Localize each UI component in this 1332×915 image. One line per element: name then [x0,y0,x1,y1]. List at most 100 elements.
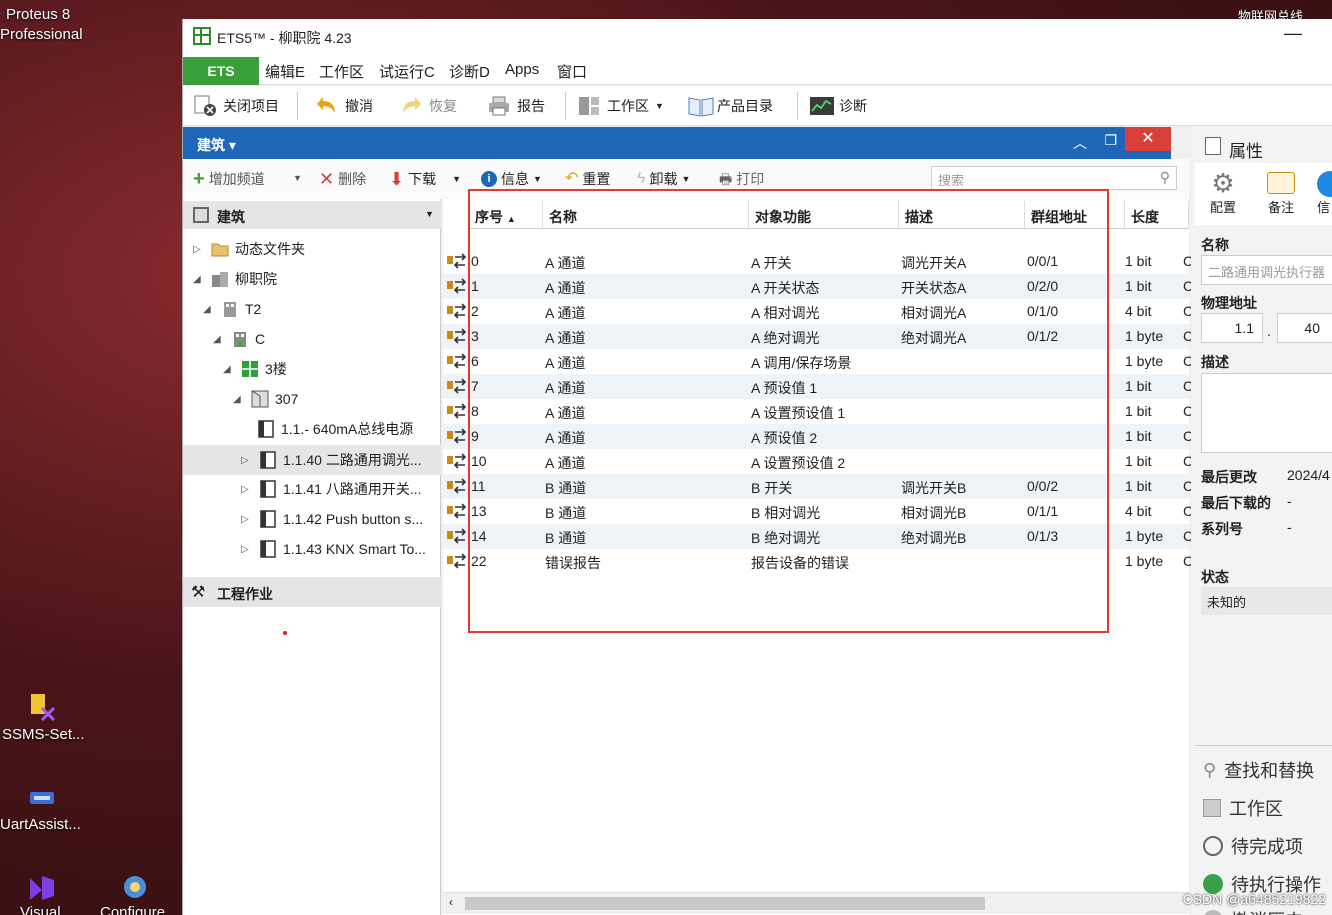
report-button[interactable]: 报告 [487,94,545,118]
panel-title[interactable]: 建筑 ▾ [197,135,236,155]
visual-studio-icon[interactable] [26,872,56,902]
download-icon: ⬇ [389,169,405,189]
project-work-section[interactable]: ⚒ 工程作业 [183,577,441,607]
menu-commission[interactable]: 试运行C [379,61,435,82]
tree-node-floor[interactable]: ◢ 3楼 [223,355,287,383]
collapse-arrow-icon[interactable]: ◢ [223,364,235,375]
group-object-icon [447,427,467,445]
history-icon [1203,910,1223,915]
collapse-up-icon[interactable]: ︿ [1073,133,1087,153]
add-channel-button[interactable]: + 增加频道 [193,169,265,189]
tab-config-label: 配置 [1209,200,1236,215]
minimize-button[interactable]: — [1284,23,1302,44]
tab-config[interactable]: ⚙ 配置 [1201,169,1245,216]
info-button[interactable]: i 信息 ▼ [481,169,542,189]
cell-len: 1 bit [1125,403,1152,419]
description-field[interactable] [1201,373,1332,453]
tree-node-device-power[interactable]: 1.1.- 640mA总线电源 [257,415,413,443]
collapse-arrow-icon[interactable]: ◢ [193,274,205,285]
expand-arrow-icon[interactable]: ▷ [241,514,253,525]
delete-button[interactable]: ✕ 删除 [319,169,366,189]
print-button[interactable]: 🖶 打印 [719,169,764,189]
group-object-icon [447,277,467,295]
tree-node-device-push[interactable]: ▷ 1.1.42 Push button s... [241,505,423,533]
menu-workspace[interactable]: 工作区 [319,61,364,82]
download-button[interactable]: ⬇ 下载 ▼ [389,169,461,189]
tree-node-label: 1.1.40 二路通用调光... [283,452,422,468]
catalog-button[interactable]: 产品目录 [687,94,773,118]
properties-title: 属性 [1229,142,1263,161]
project-work-label: 工程作业 [217,586,273,602]
scroll-left-icon[interactable]: ‹ [449,895,453,909]
find-replace-link[interactable]: ⚲ 查找和替换 [1203,757,1314,783]
tree-node-room[interactable]: ◢ 307 [233,385,298,413]
tree-node-label: 1.1.43 KNX Smart To... [283,541,426,557]
search-icon[interactable]: ⚲ [1160,169,1170,186]
tree-node-c[interactable]: ◢ C [213,325,265,353]
redo-button[interactable]: 恢复 [399,94,457,118]
tree-header[interactable]: 建筑 ▼ [183,201,441,229]
properties-panel: 属性 ⚙ 配置 备注 信 名称 二路通用调光执行器 物理地址 1.1 . 40 … [1191,127,1332,915]
panel-close-button[interactable]: ✕ [1125,127,1171,151]
name-field[interactable]: 二路通用调光执行器 [1201,255,1332,285]
menu-edit[interactable]: 编辑E [265,61,305,82]
ssms-icon[interactable] [28,692,58,722]
collapse-arrow-icon[interactable]: ◢ [233,394,245,405]
group-object-icon [447,527,467,545]
menu-diagnostics[interactable]: 诊断D [449,61,490,82]
restore-icon[interactable]: ❐ [1104,132,1117,149]
group-object-icon [447,477,467,495]
tree-node-label: T2 [245,301,262,317]
tree-node-t2[interactable]: ◢ T2 [203,295,261,323]
tree-node-project[interactable]: ◢ 柳职院 [193,265,277,293]
tools-icon: ⚒ [191,584,206,601]
horizontal-scrollbar[interactable]: ‹ [443,892,1189,914]
tree-node-label: 1.1.41 八路通用开关... [283,481,422,497]
csdn-watermark: CSDN @a6485219822 [1182,891,1326,907]
desktop-icon-visual-label[interactable]: Visual [20,904,61,915]
menu-apps[interactable]: Apps [505,61,539,78]
cell-len: 1 bit [1125,278,1152,294]
configure-icon[interactable] [120,872,150,902]
physical-address-area-field[interactable]: 1.1 [1201,313,1263,343]
desktop-icon-ssms-label[interactable]: SSMS-Set... [2,726,85,743]
tree-node-device-dimmer[interactable]: ▷ 1.1.40 二路通用调光... [241,446,421,474]
todo-link[interactable]: 待完成项 [1203,833,1303,859]
tree-node-device-switch[interactable]: ▷ 1.1.41 八路通用开关... [241,475,421,503]
tree-node-dynamic-folder[interactable]: ▷ 动态文件夹 [193,235,305,263]
tree-node-device-smart[interactable]: ▷ 1.1.43 KNX Smart To... [241,535,426,563]
uart-assist-icon[interactable] [28,786,58,816]
search-input[interactable]: 搜索 ⚲ [931,166,1177,190]
tab-info[interactable]: 信 [1317,169,1332,216]
tree-node-label: 动态文件夹 [235,241,305,257]
reset-icon: ↶ [565,170,579,187]
expand-arrow-icon[interactable]: ▷ [241,484,253,495]
workspace-link[interactable]: 工作区 [1203,795,1283,821]
expand-arrow-icon[interactable]: ▷ [241,544,253,555]
unload-button[interactable]: ϟ 卸载 ▼ [637,169,690,189]
tree-node-label: 307 [275,391,299,407]
undo-history-link[interactable]: 撤消历史 [1203,907,1303,915]
device-value: 40 [1304,320,1320,336]
expand-arrow-icon[interactable]: ▷ [193,244,205,255]
tab-notes[interactable]: 备注 [1259,169,1303,216]
find-replace-label: 查找和替换 [1224,761,1315,781]
add-channel-dropdown[interactable]: ▼ [293,173,302,183]
reset-button[interactable]: ↶ 重置 [565,169,610,189]
expand-arrow-icon[interactable]: ▷ [241,455,253,466]
chevron-down-icon[interactable]: ▼ [425,209,434,219]
desktop-icon-uart-label[interactable]: UartAssist... [0,816,81,833]
collapse-arrow-icon[interactable]: ◢ [203,304,215,315]
scrollbar-thumb[interactable] [465,897,985,910]
workspace-button[interactable]: 工作区 ▼ [577,94,664,118]
serial-value: - [1287,519,1292,535]
column-header-length[interactable]: 长度 [1125,201,1189,229]
menu-window[interactable]: 窗口 [557,61,587,82]
close-project-button[interactable]: 关闭项目 [193,94,279,118]
diagnostics-button[interactable]: 诊断 [809,94,867,118]
physical-address-device-field[interactable]: 40 [1277,313,1332,343]
menu-ets[interactable]: ETS [183,57,259,85]
collapse-arrow-icon[interactable]: ◢ [213,334,225,345]
desktop-icon-configure-label[interactable]: Configure... [100,904,178,915]
undo-button[interactable]: 撤消 [315,94,373,118]
